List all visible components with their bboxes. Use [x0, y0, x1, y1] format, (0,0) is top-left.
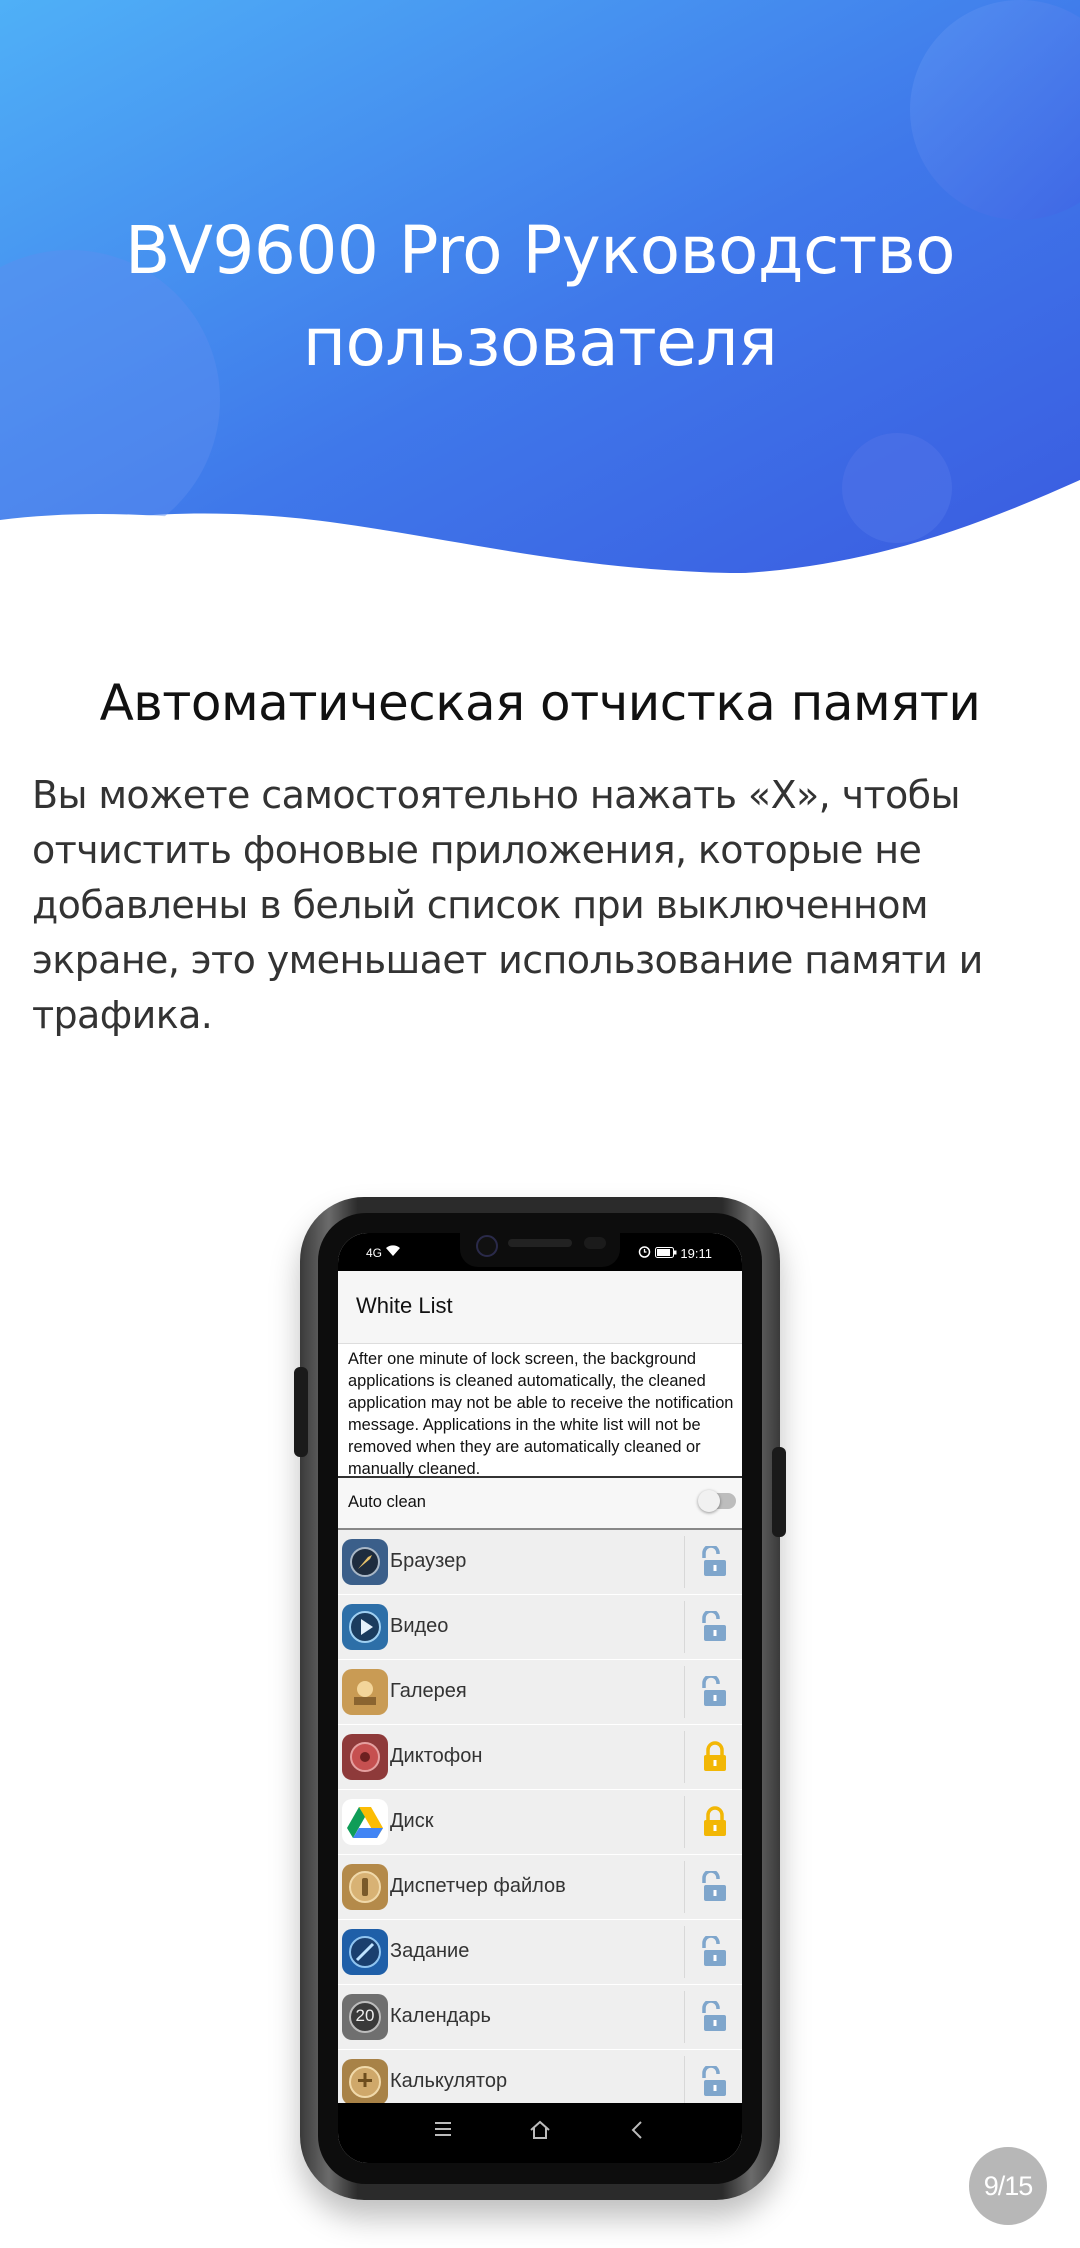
lock-closed-icon[interactable] — [700, 1806, 730, 1838]
status-time: 19:11 — [680, 1246, 712, 1261]
calendar-day-label: 20 — [355, 2006, 375, 2025]
description-text: After one minute of lock screen, the bac… — [348, 1350, 734, 1478]
phone-notch — [460, 1233, 620, 1267]
app-row[interactable]: Диктофон — [338, 1725, 742, 1790]
alarm-icon — [638, 1246, 655, 1261]
app-name: Браузер — [390, 1550, 467, 1572]
status-signal: 4G — [366, 1245, 401, 1260]
app-row[interactable]: Видео — [338, 1595, 742, 1660]
calendar-icon: 20 — [342, 1994, 388, 2040]
auto-clean-label: Auto clean — [348, 1493, 426, 1511]
phone-mockup: 4G 19:11 White List After one minute of … — [294, 1197, 786, 2200]
back-button[interactable] — [622, 2119, 652, 2147]
browser-icon — [342, 1539, 388, 1585]
lock-open-icon[interactable] — [700, 1869, 730, 1903]
app-list: Браузер Видео Галерея Диктофон Диск Диспетчер… — [338, 1530, 742, 2115]
calculator-icon — [342, 2059, 388, 2105]
app-row[interactable]: Диск — [338, 1790, 742, 1855]
app-title-bar: White List — [338, 1271, 742, 1344]
back-icon — [631, 2121, 642, 2139]
row-divider — [684, 2056, 685, 2108]
lock-open-icon[interactable] — [700, 1934, 730, 1968]
proximity-sensor — [584, 1237, 606, 1249]
row-divider — [684, 1731, 685, 1783]
row-divider — [684, 1991, 685, 2043]
menu-icon — [435, 2122, 451, 2136]
row-divider — [684, 1861, 685, 1913]
app-row[interactable]: Диспетчер файлов — [338, 1855, 742, 1920]
status-right: 19:11 — [638, 1245, 712, 1261]
app-name: Калькулятор — [390, 2070, 508, 2092]
file-manager-icon — [342, 1864, 388, 1910]
network-type-label: 4G — [366, 1246, 383, 1260]
page-title-line1: BV9600 Pro Руководство — [124, 212, 956, 289]
app-row[interactable]: 20 Календарь — [338, 1985, 742, 2050]
app-name: Диспетчер файлов — [390, 1875, 566, 1897]
app-name: Видео — [390, 1615, 449, 1637]
phone-side-button — [294, 1367, 308, 1457]
row-divider — [684, 1536, 685, 1588]
wifi-icon — [385, 1245, 401, 1260]
row-divider — [684, 1796, 685, 1848]
drive-icon — [342, 1799, 388, 1845]
toggle-knob — [698, 1490, 720, 1512]
battery-icon — [654, 1246, 681, 1261]
recorder-icon — [342, 1734, 388, 1780]
app-name: Задание — [390, 1940, 470, 1962]
app-name: Галерея — [390, 1680, 467, 1702]
menu-button[interactable] — [428, 2119, 458, 2147]
app-row[interactable]: Браузер — [338, 1530, 742, 1595]
earpiece — [508, 1239, 572, 1247]
phone-screen: 4G 19:11 White List After one minute of … — [338, 1233, 742, 2163]
header-banner: BV9600 Pro Руководство пользователя — [0, 0, 1080, 600]
lock-open-icon[interactable] — [700, 1609, 730, 1643]
auto-clean-toggle[interactable] — [698, 1490, 736, 1512]
whitelist-description: After one minute of lock screen, the bac… — [338, 1344, 742, 1478]
app-row[interactable]: Галерея — [338, 1660, 742, 1725]
app-name: Диск — [390, 1810, 434, 1832]
row-divider — [684, 1926, 685, 1978]
front-camera — [476, 1235, 498, 1257]
home-icon — [530, 2120, 550, 2139]
lock-open-icon[interactable] — [700, 1674, 730, 1708]
lock-open-icon[interactable] — [700, 2064, 730, 2098]
home-button[interactable] — [525, 2119, 555, 2147]
lock-open-icon[interactable] — [700, 1544, 730, 1578]
row-divider — [684, 1601, 685, 1653]
page-title-line2: пользователя — [302, 304, 778, 381]
phone-side-button — [772, 1447, 786, 1537]
navigation-bar — [338, 2103, 742, 2163]
section-title: Автоматическая отчистка памяти — [99, 674, 981, 732]
lock-closed-icon[interactable] — [700, 1741, 730, 1773]
app-name: Календарь — [390, 2005, 491, 2027]
section-body: Вы можете самостоятельно нажать «X», что… — [32, 773, 983, 1037]
auto-clean-row[interactable]: Auto clean — [338, 1478, 742, 1530]
video-icon — [342, 1604, 388, 1650]
app-name: Диктофон — [390, 1745, 483, 1767]
page-title: BV9600 Pro Руководство пользователя — [0, 205, 1080, 389]
gallery-icon — [342, 1669, 388, 1715]
task-icon — [342, 1929, 388, 1975]
row-divider — [684, 1666, 685, 1718]
page-indicator: 9/15 — [969, 2147, 1047, 2225]
lock-open-icon[interactable] — [700, 1999, 730, 2033]
screen-title: White List — [356, 1293, 453, 1318]
app-row[interactable]: Задание — [338, 1920, 742, 1985]
